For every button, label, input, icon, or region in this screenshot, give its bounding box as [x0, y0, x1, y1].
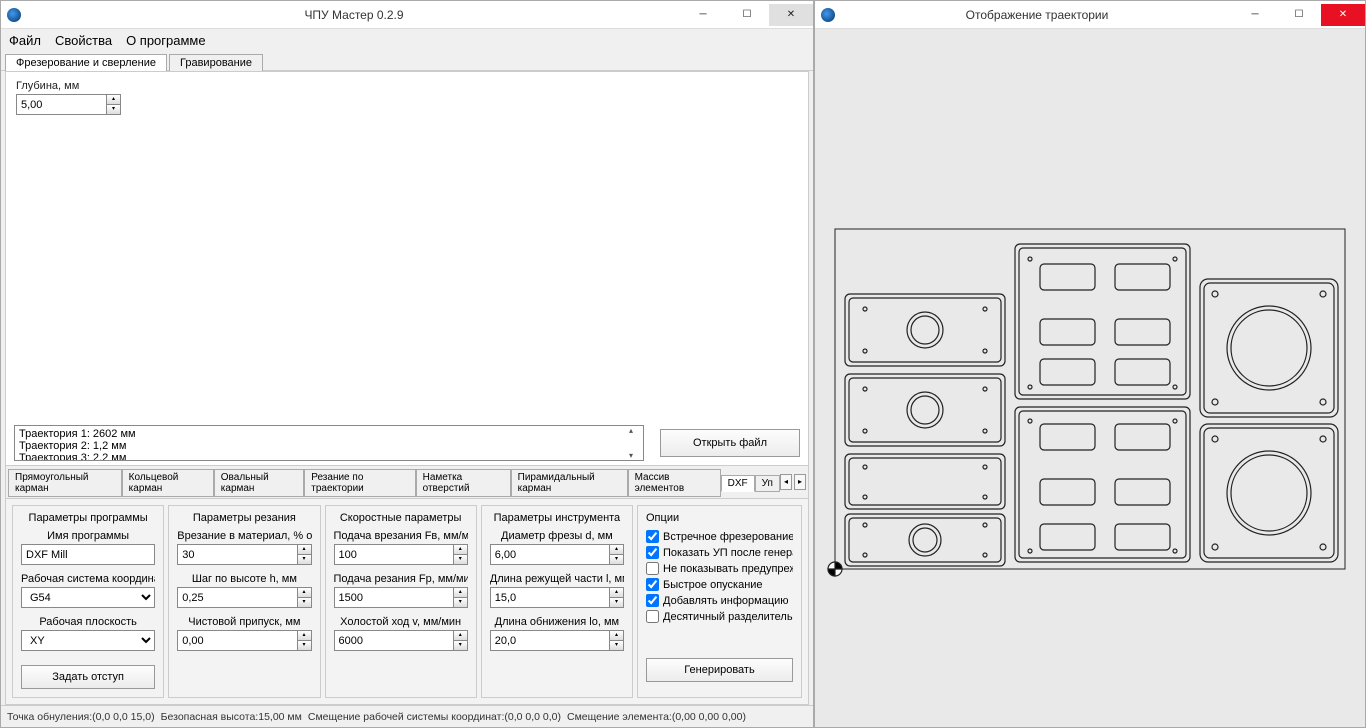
step-label: Шаг по высоте h, мм: [177, 573, 311, 585]
opt-fast-plunge[interactable]: [646, 578, 659, 591]
opt-decimal-sep[interactable]: [646, 610, 659, 623]
preview-window: Отображение траектории ─ ☐ ✕: [814, 0, 1366, 728]
menu-file[interactable]: Файл: [9, 33, 41, 48]
minimize-button[interactable]: ─: [1233, 4, 1277, 26]
milling-panel: Глубина, мм ▴▾ Траектория 1: 2602 мм Тра…: [5, 71, 809, 705]
close-button[interactable]: ✕: [769, 4, 813, 26]
cutting-params: Параметры резания Врезание в материал, %…: [168, 505, 320, 698]
speed-params: Скоростные параметры Подача врезания Fв,…: [325, 505, 477, 698]
menu-about[interactable]: О программе: [126, 33, 206, 48]
trajectory-line: Траектория 2: 1,2 мм: [19, 440, 639, 452]
feed-cut-label: Подача резания Fр, мм/мин: [334, 573, 468, 585]
app-icon: [7, 8, 21, 22]
app-icon: [821, 8, 835, 22]
params-area: Параметры программы Имя программы Рабоча…: [6, 498, 808, 704]
feed-in-input[interactable]: [334, 544, 453, 565]
scroll-up-icon[interactable]: ▴: [629, 426, 641, 435]
wcs-select[interactable]: G54: [21, 587, 155, 608]
open-file-button[interactable]: Открыть файл: [660, 429, 800, 457]
opt-no-warnings[interactable]: [646, 562, 659, 575]
minimize-button[interactable]: ─: [681, 4, 725, 26]
cutting-params-title: Параметры резания: [177, 512, 311, 524]
opt-show-nc[interactable]: [646, 546, 659, 559]
rapid-input[interactable]: [334, 630, 453, 651]
speed-params-title: Скоростные параметры: [334, 512, 468, 524]
tab-dxf[interactable]: DXF: [721, 475, 755, 492]
options-params: Опции Встречное фрезерование Показать УП…: [637, 505, 802, 698]
opt-climb-milling[interactable]: [646, 530, 659, 543]
tab-nav-right-icon[interactable]: ▸: [794, 474, 806, 490]
plane-label: Рабочая плоскость: [21, 616, 155, 628]
plane-select[interactable]: XY: [21, 630, 155, 651]
plunge-label: Врезание в материал, % от d: [177, 530, 311, 542]
wcs-label: Рабочая система координат: [21, 573, 155, 585]
tab-path-cutting[interactable]: Резание по траектории: [304, 469, 415, 497]
trajectory-line: Траектория 1: 2602 мм: [19, 428, 639, 440]
feed-cut-input[interactable]: [334, 587, 453, 608]
tab-rect-pocket[interactable]: Прямоугольный карман: [8, 469, 122, 497]
tab-up[interactable]: Уп: [755, 475, 780, 492]
tab-ring-pocket[interactable]: Кольцевой карман: [122, 469, 214, 497]
tab-mark-holes[interactable]: Наметка отверстий: [416, 469, 511, 497]
options-title: Опции: [646, 512, 793, 524]
diameter-input[interactable]: [490, 544, 609, 565]
tabs-top: Фрезерование и сверление Гравирование: [1, 51, 813, 71]
opt-add-info[interactable]: [646, 594, 659, 607]
statusbar: Точка обнуления:(0,0 0,0 15,0) Безопасна…: [1, 705, 813, 727]
trajectory-canvas[interactable]: [815, 29, 1365, 727]
tabs-bottom: Прямоугольный карман Кольцевой карман Ов…: [6, 465, 808, 498]
program-params: Параметры программы Имя программы Рабоча…: [12, 505, 164, 698]
status-wcs-offset: Смещение рабочей системы координат:(0,0 …: [308, 711, 561, 723]
lowlen-label: Длина обнижения lо, мм: [490, 616, 624, 628]
maximize-button[interactable]: ☐: [725, 4, 769, 26]
status-element-offset: Смещение элемента:(0,00 0,00 0,00): [567, 711, 746, 723]
tab-nav-left-icon[interactable]: ◂: [780, 474, 792, 490]
tool-params: Параметры инструмента Диаметр фрезы d, м…: [481, 505, 633, 698]
tab-milling[interactable]: Фрезерование и сверление: [5, 54, 167, 71]
finish-input[interactable]: [177, 630, 296, 651]
menubar: Файл Свойства О программе: [1, 29, 813, 51]
lowlen-input[interactable]: [490, 630, 609, 651]
tab-engraving[interactable]: Гравирование: [169, 54, 263, 71]
window-title: ЧПУ Мастер 0.2.9: [27, 8, 681, 22]
scroll-down-icon[interactable]: ▾: [629, 451, 641, 460]
generate-button[interactable]: Генерировать: [646, 658, 793, 682]
step-input[interactable]: [177, 587, 296, 608]
rapid-label: Холостой ход v, мм/мин: [334, 616, 468, 628]
menu-properties[interactable]: Свойства: [55, 33, 112, 48]
indent-button[interactable]: Задать отступ: [21, 665, 155, 689]
trajectory-line: Траектория 3: 2,2 мм: [19, 452, 639, 461]
program-params-title: Параметры программы: [21, 512, 155, 524]
depth-spinner[interactable]: ▴▾: [16, 94, 798, 115]
tool-params-title: Параметры инструмента: [490, 512, 624, 524]
preview-titlebar: Отображение траектории ─ ☐ ✕: [815, 1, 1365, 29]
depth-input[interactable]: [16, 94, 106, 115]
cutlen-input[interactable]: [490, 587, 609, 608]
cutlen-label: Длина режущей части l, мм: [490, 573, 624, 585]
main-window: ЧПУ Мастер 0.2.9 ─ ☐ ✕ Файл Свойства О п…: [0, 0, 814, 728]
preview-title: Отображение траектории: [841, 8, 1233, 22]
trajectory-list[interactable]: Траектория 1: 2602 мм Траектория 2: 1,2 …: [14, 425, 644, 461]
feed-in-label: Подача врезания Fв, мм/мин: [334, 530, 468, 542]
program-name-input[interactable]: [21, 544, 155, 565]
tab-array-elements[interactable]: Массив элементов: [628, 469, 721, 497]
spinner-down-icon[interactable]: ▾: [107, 105, 120, 114]
tab-pyramid-pocket[interactable]: Пирамидальный карман: [511, 469, 628, 497]
status-safe-height: Безопасная высота:15,00 мм: [161, 711, 302, 723]
diameter-label: Диаметр фрезы d, мм: [490, 530, 624, 542]
titlebar: ЧПУ Мастер 0.2.9 ─ ☐ ✕: [1, 1, 813, 29]
spinner-up-icon[interactable]: ▴: [107, 95, 120, 105]
trajectory-drawing: [815, 29, 1355, 727]
finish-label: Чистовой припуск, мм: [177, 616, 311, 628]
maximize-button[interactable]: ☐: [1277, 4, 1321, 26]
close-button[interactable]: ✕: [1321, 4, 1365, 26]
program-name-label: Имя программы: [21, 530, 155, 542]
depth-label: Глубина, мм: [16, 80, 798, 92]
plunge-input[interactable]: [177, 544, 296, 565]
status-zero-point: Точка обнуления:(0,0 0,0 15,0): [7, 711, 155, 723]
tab-oval-pocket[interactable]: Овальный карман: [214, 469, 304, 497]
